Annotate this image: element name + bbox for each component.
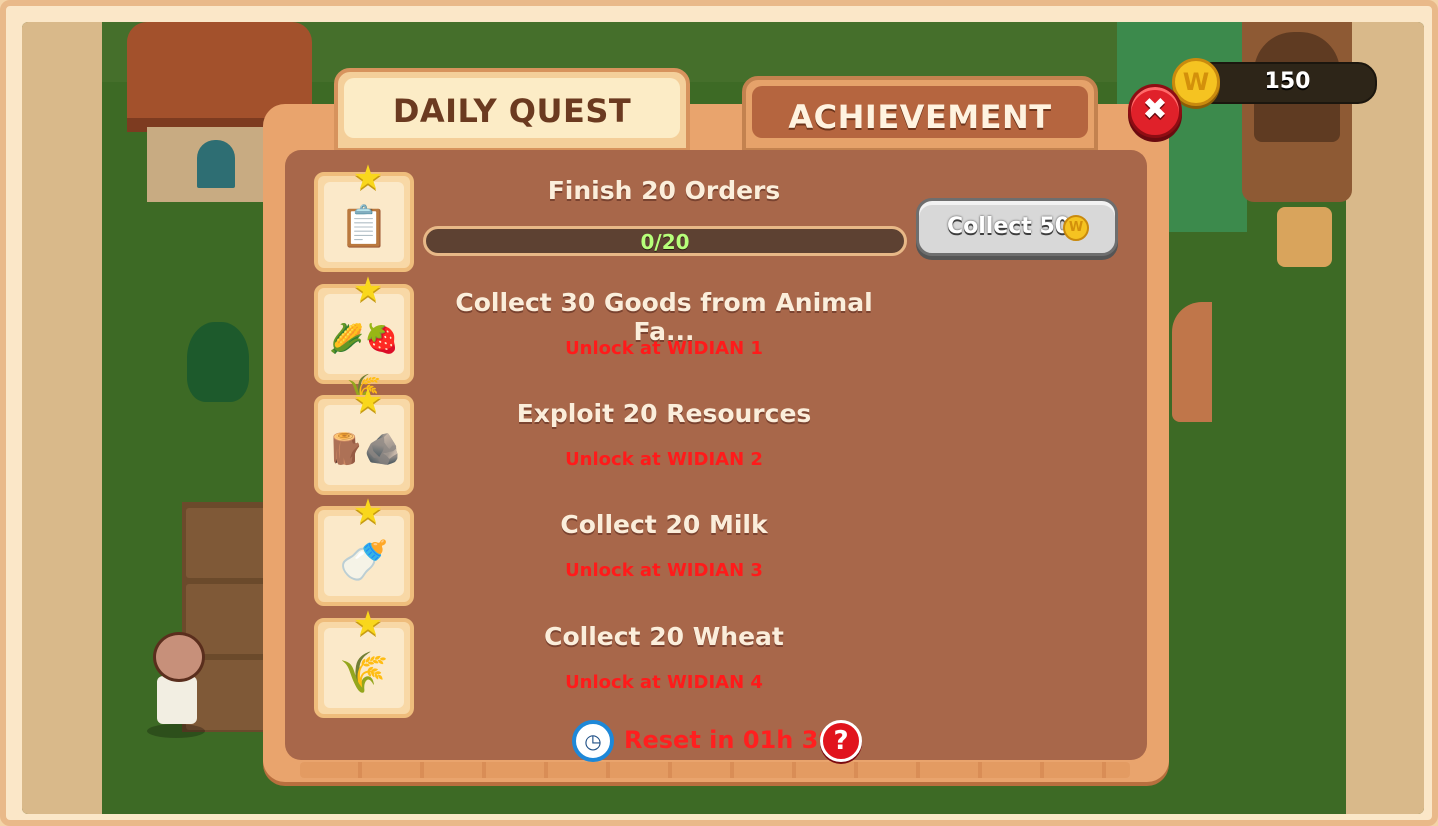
- clock-icon: ◷: [572, 720, 614, 762]
- farmer-body: [157, 676, 197, 724]
- help-button[interactable]: ?: [820, 720, 862, 762]
- milk-bottle-icon: 🍼: [339, 538, 389, 584]
- farmer-head: [153, 632, 205, 682]
- quest-icon-frame: 🍼 ★: [314, 495, 414, 606]
- quest-icon-frame: 🌽🍓🌾 ★: [314, 273, 414, 405]
- star-icon: ★: [352, 158, 384, 198]
- coin-symbol: W: [1182, 68, 1210, 96]
- star-icon: ★: [352, 604, 384, 644]
- farmer-character: [147, 632, 205, 738]
- quest-lock-text: Unlock at WIDIAN 2: [565, 449, 763, 470]
- coin-symbol: W: [1068, 220, 1084, 235]
- quest-row: 📋 ★ Finish 20 Orders 0/20 Collect 50 W: [314, 161, 1134, 272]
- close-icon: ✖: [1142, 92, 1168, 127]
- quest-lock-text: Unlock at WIDIAN 1: [565, 338, 763, 359]
- coin-icon: W: [1063, 215, 1089, 241]
- quest-row: 🌾 ★ Collect 20 Wheat Unlock at WIDIAN 4: [314, 607, 1134, 718]
- pine-tree: [187, 322, 249, 402]
- quest-lock-text: Unlock at WIDIAN 3: [565, 560, 763, 581]
- quest-title: Finish 20 Orders: [547, 176, 781, 205]
- farmer-shadow: [147, 724, 205, 738]
- quest-title: Exploit 20 Resources: [516, 399, 812, 428]
- tab-daily-quest[interactable]: DAILY QUEST: [334, 68, 690, 152]
- quest-icon-frame: 🪵🪨 ★: [314, 384, 414, 495]
- tab-daily-quest-label: DAILY QUEST: [392, 92, 632, 130]
- star-icon: ★: [352, 492, 384, 532]
- dirt-path-right: [1346, 22, 1424, 814]
- quest-title: Collect 20 Milk: [560, 510, 768, 539]
- quest-lock-text: Unlock at WIDIAN 4: [565, 672, 763, 693]
- close-button[interactable]: ✖: [1128, 84, 1182, 138]
- clay-oven: [1172, 302, 1212, 422]
- quest-progress-bar: 0/20: [423, 226, 907, 256]
- coin-count: 150: [1264, 69, 1311, 94]
- quest-row: 🍼 ★ Collect 20 Milk Unlock at WIDIAN 3: [314, 495, 1134, 606]
- quest-row: 🪵🪨 ★ Exploit 20 Resources Unlock at WIDI…: [314, 384, 1134, 495]
- quest-row: 🌽🍓🌾 ★ Collect 30 Goods from Animal Fa...…: [314, 273, 1134, 405]
- panel-bottom-trim: [300, 762, 1130, 778]
- tab-achievement[interactable]: ACHIEVEMENT: [742, 76, 1098, 152]
- collect-button[interactable]: Collect 50 W: [916, 198, 1118, 256]
- seed-sack: [1277, 207, 1332, 267]
- reset-timer-row: ◷ Reset in 01h 39m ?: [572, 720, 872, 764]
- star-icon: ★: [352, 381, 384, 421]
- quest-title: Collect 20 Wheat: [544, 622, 784, 651]
- help-icon: ?: [833, 726, 849, 756]
- tab-achievement-label: ACHIEVEMENT: [788, 98, 1052, 136]
- clipboard-icon: 📋: [339, 204, 389, 250]
- farmhouse-door: [197, 140, 235, 188]
- resources-icon: 🪵🪨: [326, 432, 402, 467]
- dirt-path-left: [22, 22, 102, 814]
- quest-progress-text: 0/20: [640, 230, 690, 254]
- quest-icon-frame: 📋 ★: [314, 161, 414, 272]
- wheat-icon: 🌾: [339, 650, 389, 696]
- water-tower: [1242, 22, 1352, 202]
- quest-icon-frame: 🌾 ★: [314, 607, 414, 718]
- collect-label: Collect 50: [947, 214, 1071, 239]
- star-icon: ★: [352, 270, 384, 310]
